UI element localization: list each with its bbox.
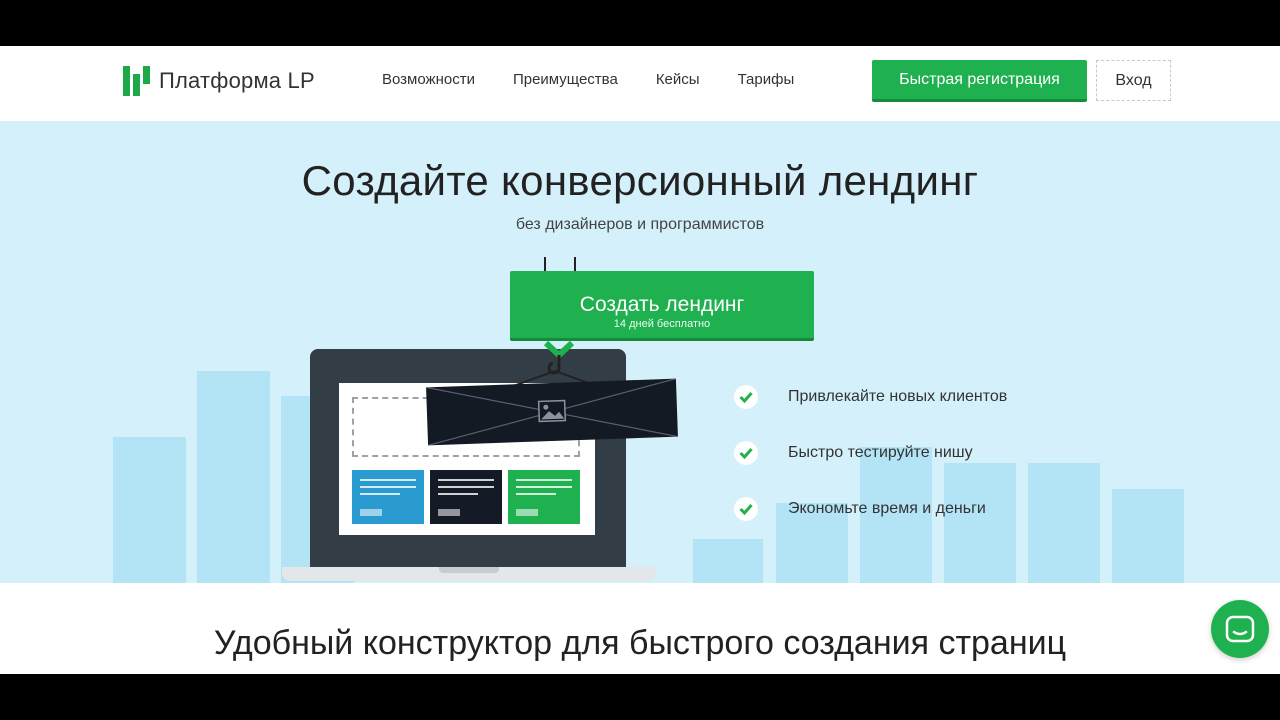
background-bar — [693, 539, 763, 583]
chat-icon — [1225, 615, 1255, 643]
logo-text: Платформа LP — [159, 68, 315, 93]
background-bar — [1112, 489, 1184, 583]
image-placeholder-icon — [426, 378, 678, 446]
feature-text: Привлекайте новых клиентов — [788, 388, 1008, 405]
check-icon — [734, 385, 758, 409]
chat-widget-button[interactable] — [1211, 600, 1269, 658]
background-bar — [944, 463, 1016, 583]
page: Платформа LP Возможности Преимущества Ке… — [0, 46, 1280, 674]
hero-subtitle: без дизайнеров и программистов — [515, 216, 765, 233]
background-bar — [113, 437, 186, 583]
free-trial-label: 14 дней бесплатно — [613, 318, 711, 330]
nav-item-cases[interactable]: Кейсы — [656, 71, 700, 88]
create-landing-label: Создать лендинг — [579, 293, 745, 316]
background-bar — [1028, 463, 1100, 583]
main-nav: Возможности Преимущества Кейсы Тарифы — [382, 71, 832, 88]
list-item: Привлекайте новых клиентов — [734, 385, 1007, 409]
nav-item-pricing[interactable]: Тарифы — [738, 71, 795, 88]
login-button[interactable]: Вход — [1096, 60, 1171, 101]
create-landing-button[interactable]: Создать лендинг 14 дней бесплатно — [510, 271, 814, 341]
template-card-blue — [352, 470, 424, 524]
logo[interactable]: Платформа LP — [123, 65, 315, 97]
list-item: Экономьте время и деньги — [734, 497, 986, 521]
logo-bars-icon — [123, 66, 151, 96]
template-card-green — [508, 470, 580, 524]
check-icon — [734, 497, 758, 521]
background-bar — [197, 371, 270, 583]
quick-register-button[interactable]: Быстрая регистрация — [872, 60, 1087, 102]
site-header: Платформа LP Возможности Преимущества Ке… — [0, 46, 1280, 121]
section-title: Удобный конструктор для быстрого создани… — [213, 624, 1067, 662]
feature-text: Быстро тестируйте нишу — [788, 444, 973, 461]
nav-item-advantages[interactable]: Преимущества — [513, 71, 618, 88]
hero-title: Создайте конверсионный лендинг — [301, 157, 979, 204]
laptop-notch — [439, 567, 499, 573]
hero-section: Создайте конверсионный лендинг без дизай… — [0, 121, 1280, 583]
feature-text: Экономьте время и деньги — [788, 500, 986, 517]
check-icon — [734, 441, 758, 465]
image-banner — [426, 378, 678, 446]
template-card-dark — [430, 470, 502, 524]
list-item: Быстро тестируйте нишу — [734, 441, 973, 465]
nav-item-features[interactable]: Возможности — [382, 71, 475, 88]
